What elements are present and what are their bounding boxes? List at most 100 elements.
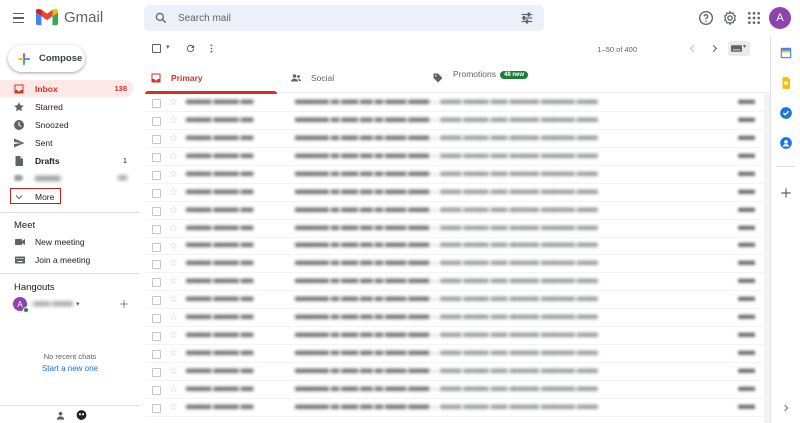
nav-item-hidden-label[interactable]: ■■■■■ ■■ [0, 169, 133, 186]
chevron-right-icon[interactable] [709, 43, 720, 54]
nav-item-drafts[interactable]: Drafts 1 [0, 152, 133, 169]
hangouts-user[interactable]: A ■■■■ ■■■■■ ▾ [13, 297, 80, 313]
row-star-icon[interactable]: ☆ [169, 115, 178, 126]
draft-count: 1 [122, 156, 127, 165]
mail-row[interactable]: ☆ ■■■■■■ ■■■■■■ ■■■ ■■■■■■■■ ■■ ■■■■ ■■■ ■… [145, 220, 767, 238]
row-checkbox[interactable] [152, 188, 161, 198]
row-star-icon[interactable]: ☆ [169, 187, 178, 198]
apps-grid-icon[interactable] [746, 10, 762, 26]
hangouts-avatar-letter: A [17, 299, 23, 309]
mail-row[interactable]: ☆ ■■■■■■ ■■■■■■ ■■■ ■■■■■■■■ ■■ ■■■■ ■■■ ■… [145, 202, 767, 220]
more-options-icon[interactable] [206, 43, 217, 54]
input-tools-caret-icon: ▾ [743, 44, 747, 50]
mail-row[interactable]: ☆ ■■■■■■ ■■■■■■ ■■■ ■■■■■■■■ ■■ ■■■■ ■■■ ■… [145, 273, 767, 292]
row-checkbox[interactable] [152, 368, 161, 378]
row-checkbox[interactable] [152, 403, 161, 413]
row-star-icon[interactable]: ☆ [169, 97, 178, 108]
select-dropdown-icon[interactable]: ▾ [166, 43, 170, 51]
row-checkbox[interactable] [152, 332, 161, 342]
row-star-icon[interactable]: ☆ [169, 258, 178, 269]
row-star-icon[interactable]: ☆ [169, 151, 178, 162]
mail-row[interactable]: ☆ ■■■■■■ ■■■■■■ ■■■ ■■■■■■■■ ■■ ■■■■ ■■■ ■… [145, 309, 767, 328]
tab-promotions[interactable]: Promotions 48 new [427, 63, 587, 93]
expand-panel-chevron-icon[interactable] [781, 403, 791, 413]
nav-item-starred[interactable]: Starred [0, 98, 133, 115]
nav-item-sent[interactable]: Sent [0, 134, 133, 151]
account-avatar[interactable]: A [769, 7, 791, 29]
row-checkbox[interactable] [152, 260, 161, 270]
mail-row[interactable]: ☆ ■■■■■■ ■■■■■■ ■■■ ■■■■■■■■ ■■ ■■■■ ■■■ ■… [145, 94, 767, 112]
mail-row[interactable]: ☆ ■■■■■■ ■■■■■■ ■■■ ■■■■■■■■ ■■ ■■■■ ■■■ ■… [145, 345, 767, 364]
mail-row[interactable]: ☆ ■■■■■■ ■■■■■■ ■■■ ■■■■■■■■ ■■ ■■■■ ■■■ ■… [145, 148, 767, 166]
row-checkbox[interactable] [152, 350, 161, 360]
row-star-icon[interactable]: ☆ [169, 312, 178, 323]
row-star-icon[interactable]: ☆ [169, 276, 178, 287]
nav-item-snoozed[interactable]: Snoozed [0, 116, 133, 133]
row-checkbox[interactable] [152, 116, 161, 126]
row-checkbox[interactable] [152, 152, 161, 162]
mail-row[interactable]: ☆ ■■■■■■ ■■■■■■ ■■■ ■■■■■■■■ ■■ ■■■■ ■■■ ■… [145, 255, 767, 274]
mail-row[interactable]: ☆ ■■■■■■ ■■■■■■ ■■■ ■■■■■■■■ ■■ ■■■■ ■■■ ■… [145, 291, 767, 310]
search-icon[interactable] [154, 11, 168, 25]
mail-row[interactable]: ☆ ■■■■■■ ■■■■■■ ■■■ ■■■■■■■■ ■■ ■■■■ ■■■ ■… [145, 238, 767, 256]
refresh-icon[interactable] [185, 43, 196, 54]
add-addon-plus-icon[interactable] [779, 186, 793, 200]
row-checkbox[interactable] [152, 386, 161, 395]
keep-icon[interactable] [779, 76, 793, 90]
mail-row[interactable]: ☆ ■■■■■■ ■■■■■■ ■■■ ■■■■■■■■ ■■ ■■■■ ■■■ ■… [145, 381, 767, 399]
mail-row[interactable]: ☆ ■■■■■■ ■■■■■■ ■■■ ■■■■■■■■ ■■ ■■■■ ■■■ ■… [145, 327, 767, 346]
gmail-logo[interactable]: Gmail [36, 8, 103, 26]
tab-social[interactable]: Social [285, 63, 425, 93]
row-checkbox[interactable] [152, 170, 161, 180]
row-checkbox[interactable] [152, 278, 161, 288]
row-star-icon[interactable]: ☆ [169, 205, 178, 216]
contacts-icon[interactable] [779, 136, 793, 150]
row-star-icon[interactable]: ☆ [169, 384, 178, 395]
row-star-icon[interactable]: ☆ [169, 348, 178, 359]
dropdown-caret-icon[interactable]: ▾ [76, 300, 80, 308]
main-menu-icon[interactable] [10, 9, 28, 27]
mail-row[interactable]: ☆ ■■■■■■ ■■■■■■ ■■■ ■■■■■■■■ ■■ ■■■■ ■■■ ■… [145, 112, 767, 130]
mail-row[interactable]: ☆ ■■■■■■ ■■■■■■ ■■■ ■■■■■■■■ ■■ ■■■■ ■■■ ■… [145, 399, 767, 417]
compose-button[interactable]: Compose [8, 45, 85, 72]
input-tools-button[interactable]: ▾ [728, 41, 750, 56]
row-checkbox[interactable] [152, 134, 161, 144]
settings-gear-icon[interactable] [722, 10, 738, 26]
row-checkbox[interactable] [152, 296, 161, 306]
row-checkbox[interactable] [152, 206, 161, 216]
mail-row[interactable]: ☆ ■■■■■■ ■■■■■■ ■■■ ■■■■■■■■ ■■ ■■■■ ■■■ ■… [145, 184, 767, 202]
tab-primary[interactable]: Primary [145, 63, 277, 94]
hangouts-chat-icon[interactable] [75, 409, 88, 422]
search-input[interactable] [178, 12, 498, 24]
row-subject-blurred: ■■■■■■■■ ■■ ■■■■ ■■■ ■■ ■■■■■ ■■■■■ — ■■… [295, 152, 598, 160]
row-sender-blurred: ■■■■■■ ■■■■■■ ■■■ [186, 403, 254, 411]
row-star-icon[interactable]: ☆ [169, 366, 178, 377]
start-new-chat-link[interactable]: Start a new one [30, 364, 110, 373]
mail-row[interactable]: ☆ ■■■■■■ ■■■■■■ ■■■ ■■■■■■■■ ■■ ■■■■ ■■■ ■… [145, 130, 767, 148]
select-all-checkbox[interactable] [152, 44, 161, 53]
mail-row[interactable]: ☆ ■■■■■■ ■■■■■■ ■■■ ■■■■■■■■ ■■ ■■■■ ■■■ ■… [145, 166, 767, 184]
help-icon[interactable] [698, 10, 714, 26]
row-star-icon[interactable]: ☆ [169, 133, 178, 144]
row-checkbox[interactable] [152, 314, 161, 324]
row-star-icon[interactable]: ☆ [169, 330, 178, 341]
contacts-person-icon[interactable] [55, 410, 66, 421]
row-star-icon[interactable]: ☆ [169, 402, 178, 413]
row-star-icon[interactable]: ☆ [169, 169, 178, 180]
search-options-icon[interactable] [520, 11, 534, 25]
row-star-icon[interactable]: ☆ [169, 241, 178, 252]
row-star-icon[interactable]: ☆ [169, 223, 178, 234]
join-meeting-link[interactable]: Join a meeting [0, 252, 133, 268]
tasks-icon[interactable] [779, 106, 793, 120]
row-checkbox[interactable] [152, 224, 161, 234]
calendar-icon[interactable] [779, 46, 793, 60]
chevron-left-icon[interactable] [687, 43, 698, 54]
row-checkbox[interactable] [152, 99, 161, 108]
row-checkbox[interactable] [152, 242, 161, 252]
add-chat-plus-icon[interactable] [119, 299, 129, 309]
row-star-icon[interactable]: ☆ [169, 294, 178, 305]
new-meeting-link[interactable]: New meeting [0, 234, 133, 250]
nav-item-inbox[interactable]: Inbox 138 [0, 80, 133, 97]
nav-label: Sent [35, 137, 53, 148]
mail-row[interactable]: ☆ ■■■■■■ ■■■■■■ ■■■ ■■■■■■■■ ■■ ■■■■ ■■■ ■… [145, 363, 767, 381]
